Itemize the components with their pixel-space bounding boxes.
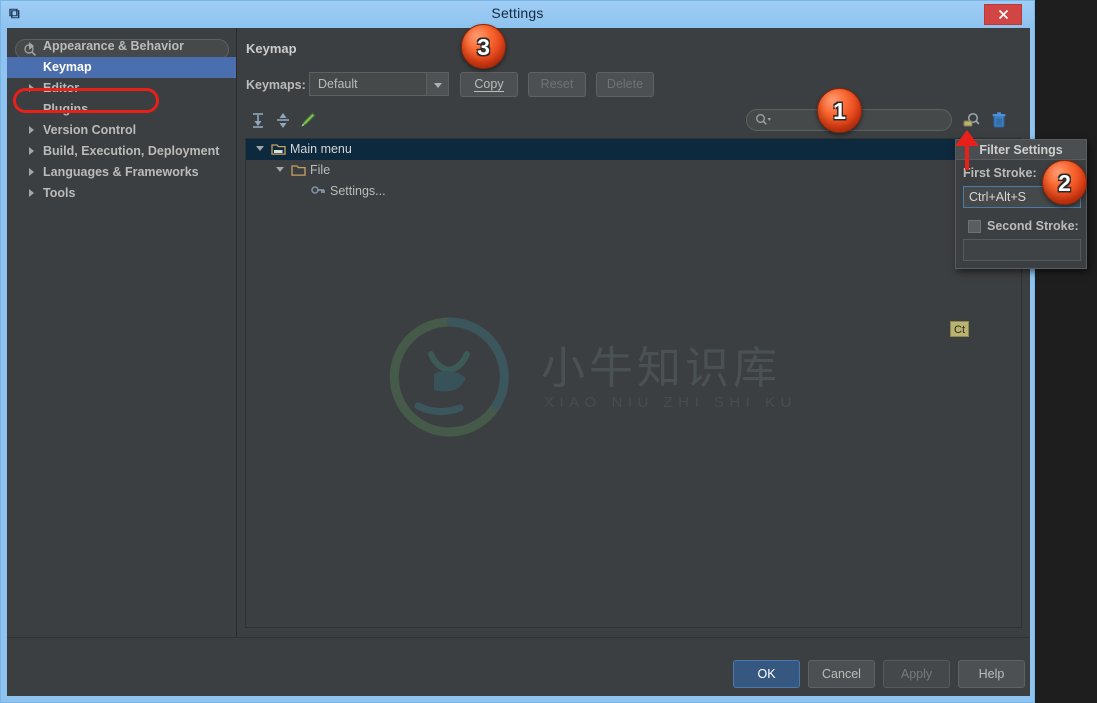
settings-action-icon xyxy=(311,185,326,198)
clear-filter-trash-icon[interactable] xyxy=(989,110,1009,130)
keymap-selected-value: Default xyxy=(318,77,358,91)
expand-all-glyph xyxy=(248,110,268,130)
sidebar-item-plugins[interactable]: Plugins xyxy=(7,99,236,120)
main-menu-folder-icon xyxy=(271,143,286,156)
settings-sidebar: Appearance & BehaviorKeymapEditorPlugins… xyxy=(7,28,237,637)
chevron-down-icon[interactable] xyxy=(276,167,284,172)
annotation-badge-2: 2 xyxy=(1042,160,1087,205)
watermark-logo: 小牛知识库 XIAO NIU ZHI SHI KU xyxy=(386,314,866,439)
sidebar-item-label: Appearance & Behavior xyxy=(43,36,184,57)
window-titlebar: ⧉ Settings xyxy=(1,1,1034,28)
chevron-down-icon[interactable] xyxy=(426,73,448,95)
chevron-right-icon[interactable] xyxy=(29,42,34,50)
chevron-right-icon[interactable] xyxy=(29,126,34,134)
filter-by-shortcut-icon[interactable] xyxy=(962,110,982,130)
sidebar-item-label: Keymap xyxy=(43,57,92,78)
shortcut-badge: Ct xyxy=(950,321,969,337)
sidebar-item-tools[interactable]: Tools xyxy=(7,183,236,204)
keymap-tree-row[interactable]: Main menu xyxy=(246,139,1021,160)
sidebar-item-editor[interactable]: Editor xyxy=(7,78,236,99)
sidebar-item-languages-frameworks[interactable]: Languages & Frameworks xyxy=(7,162,236,183)
keymap-action-tree[interactable]: 小牛知识库 XIAO NIU ZHI SHI KU Main menuFileS… xyxy=(245,138,1022,628)
reset-button[interactable]: Reset xyxy=(528,72,586,97)
sidebar-item-label: Editor xyxy=(43,78,79,99)
page-title: Keymap xyxy=(246,41,297,56)
chevron-right-icon[interactable] xyxy=(29,189,34,197)
apply-button[interactable]: Apply xyxy=(883,660,950,688)
copy-button-label: Copy xyxy=(474,77,503,92)
annotation-red-arrow xyxy=(950,128,984,172)
collapse-all-icon[interactable] xyxy=(273,110,293,130)
close-glyph xyxy=(998,9,1009,20)
chevron-down-icon[interactable] xyxy=(256,146,264,151)
dialog-button-bar: OK Cancel Apply Help xyxy=(7,637,1030,696)
keymap-select[interactable]: Default xyxy=(309,72,449,96)
badge-2-label: 2 xyxy=(1043,161,1086,206)
sidebar-item-label: Version Control xyxy=(43,120,136,141)
second-stroke-label: Second Stroke: xyxy=(987,219,1079,233)
cancel-button[interactable]: Cancel xyxy=(808,660,875,688)
badge-1-label: 1 xyxy=(818,89,861,134)
sidebar-item-label: Build, Execution, Deployment xyxy=(43,141,219,162)
annotation-badge-3: 3 xyxy=(461,24,506,69)
bull-circle-logo xyxy=(386,314,516,439)
keymap-panel: Keymap Keymaps: Default Copy Reset Delet… xyxy=(238,28,1030,637)
expand-all-icon[interactable] xyxy=(248,110,268,130)
filter-shortcut-glyph xyxy=(962,110,982,130)
chevron-right-icon[interactable] xyxy=(29,168,34,176)
watermark-text: 小牛知识库 xyxy=(541,332,781,396)
edit-shortcut-icon[interactable] xyxy=(298,110,318,130)
collapse-all-glyph xyxy=(273,110,293,130)
ok-button[interactable]: OK xyxy=(733,660,800,688)
sidebar-item-label: Tools xyxy=(43,183,75,204)
badge-3-label: 3 xyxy=(462,25,505,70)
delete-button[interactable]: Delete xyxy=(596,72,654,97)
keymap-tree-row-label: Settings... xyxy=(330,181,386,202)
folder-icon xyxy=(291,164,306,177)
sidebar-item-build-execution-deployment[interactable]: Build, Execution, Deployment xyxy=(7,141,236,162)
keymap-tree-row[interactable]: File xyxy=(246,160,1021,181)
close-icon[interactable] xyxy=(984,4,1022,25)
copy-button[interactable]: Copy xyxy=(460,72,518,97)
second-stroke-checkbox[interactable] xyxy=(968,220,981,233)
sidebar-item-version-control[interactable]: Version Control xyxy=(7,120,236,141)
second-stroke-input[interactable] xyxy=(963,239,1081,261)
keymap-tree-row-label: File xyxy=(310,160,330,181)
keymaps-label: Keymaps: xyxy=(246,78,306,92)
sidebar-item-appearance-behavior[interactable]: Appearance & Behavior xyxy=(7,36,236,57)
sidebar-item-keymap[interactable]: Keymap xyxy=(7,57,236,78)
sidebar-item-label: Plugins xyxy=(43,99,88,120)
keymap-tree-row-label: Main menu xyxy=(290,139,352,160)
annotation-badge-1: 1 xyxy=(817,88,862,133)
dialog-body: Appearance & BehaviorKeymapEditorPlugins… xyxy=(7,28,1030,696)
chevron-right-icon[interactable] xyxy=(29,84,34,92)
help-button[interactable]: Help xyxy=(958,660,1025,688)
sidebar-item-label: Languages & Frameworks xyxy=(43,162,199,183)
trash-glyph xyxy=(989,110,1009,130)
window-title: Settings xyxy=(1,5,1034,21)
keymap-tree-row[interactable]: Settings... xyxy=(246,181,1021,202)
settings-window: ⧉ Settings Appearance & BehaviorKeymapEd… xyxy=(0,0,1035,703)
watermark-subtext: XIAO NIU ZHI SHI KU xyxy=(544,394,797,411)
pencil-glyph xyxy=(298,110,318,130)
chevron-right-icon[interactable] xyxy=(29,147,34,155)
